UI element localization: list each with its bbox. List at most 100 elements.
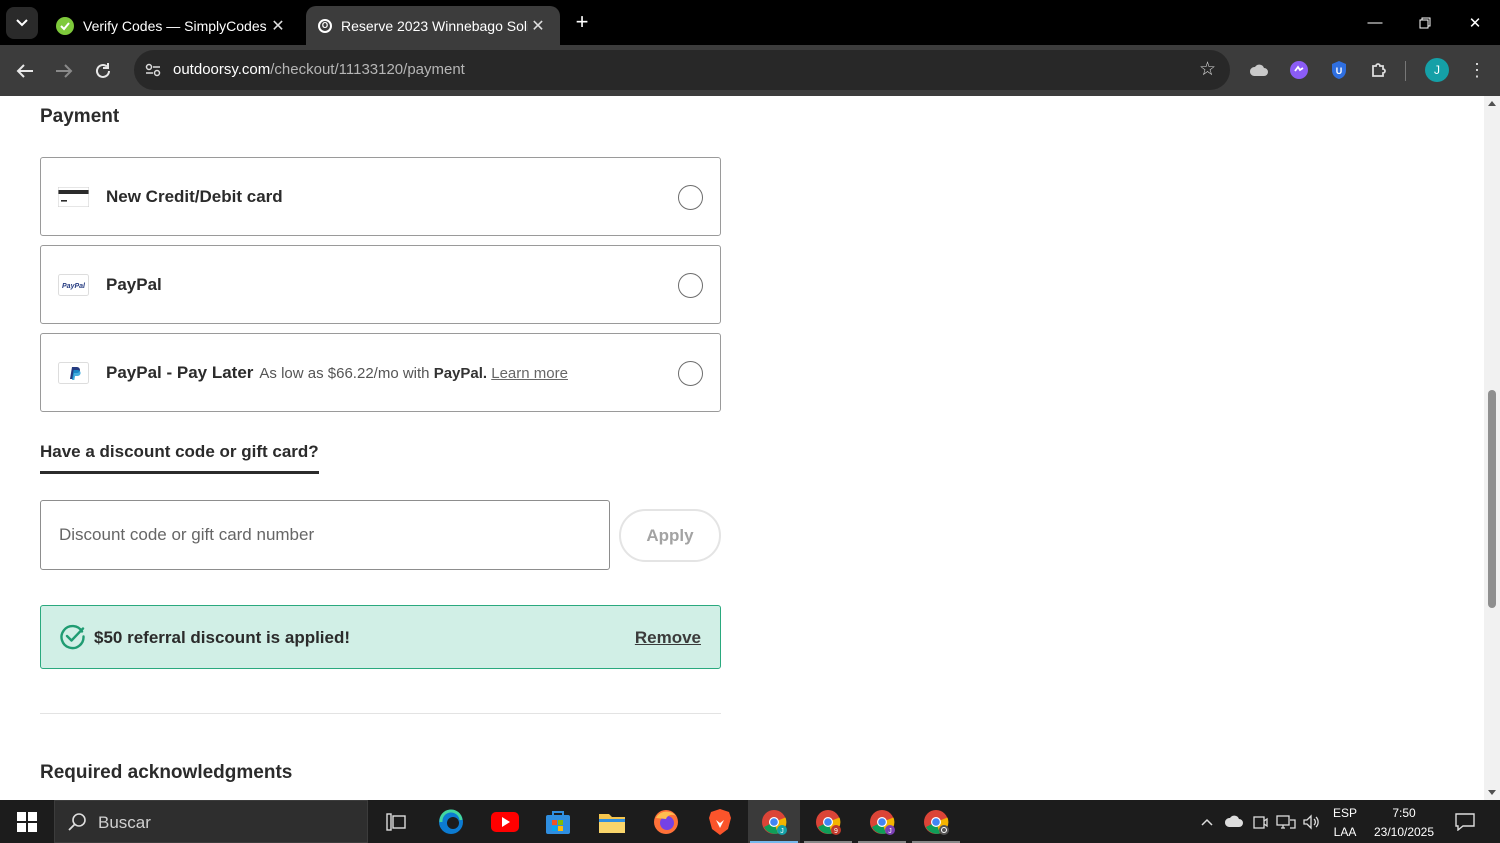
remove-discount-link[interactable]: Remove xyxy=(635,628,701,648)
chrome-profile-4-icon[interactable] xyxy=(910,800,962,843)
windows-logo-icon xyxy=(17,811,37,832)
onedrive-cloud-icon[interactable] xyxy=(1222,800,1246,843)
chrome-profile-3-icon[interactable]: J xyxy=(856,800,908,843)
svg-text:PayPal: PayPal xyxy=(62,283,86,290)
payment-radio[interactable] xyxy=(678,185,703,210)
bookmark-star-icon[interactable]: ☆ xyxy=(1199,58,1216,81)
pay-later-prefix: As low as $66.22/mo with xyxy=(259,365,430,382)
url-text: outdoorsy.com/checkout/11133120/payment xyxy=(173,61,465,78)
payment-heading: Payment xyxy=(40,106,120,127)
shield-extension-icon[interactable]: U xyxy=(1327,58,1351,82)
taskbar-search-box[interactable]: Buscar xyxy=(54,800,368,843)
microsoft-store-icon[interactable] xyxy=(532,800,584,843)
discount-toggle-link[interactable]: Have a discount code or gift card? xyxy=(40,442,319,474)
volume-icon[interactable] xyxy=(1300,800,1324,843)
apply-button[interactable]: Apply xyxy=(619,509,721,562)
paypal-logo-icon: PayPal xyxy=(58,273,89,297)
menu-kebab-icon[interactable]: ⋮ xyxy=(1465,58,1489,82)
forward-button[interactable] xyxy=(49,56,79,86)
payment-radio[interactable] xyxy=(678,273,703,298)
minimize-icon[interactable]: — xyxy=(1350,0,1400,45)
tab-title: Verify Codes — SimplyCodes xyxy=(83,17,267,34)
simplycodes-icon xyxy=(56,16,74,35)
outdoorsy-icon: O xyxy=(318,18,332,33)
reload-button[interactable] xyxy=(88,56,118,86)
cloud-extension-icon[interactable] xyxy=(1247,58,1271,82)
chevron-down-icon xyxy=(16,19,28,27)
section-divider xyxy=(40,713,721,714)
address-bar[interactable]: outdoorsy.com/checkout/11133120/payment … xyxy=(134,50,1230,90)
back-button[interactable] xyxy=(10,56,40,86)
input-language-indicator[interactable]: ESP LAA xyxy=(1327,804,1363,842)
svg-text:J: J xyxy=(888,828,892,835)
tab-simplycodes[interactable]: Verify Codes — SimplyCodes ✕ xyxy=(44,6,300,45)
discount-code-input[interactable] xyxy=(40,500,610,570)
scroll-down-arrow-icon[interactable] xyxy=(1488,790,1496,795)
check-circle-icon xyxy=(60,624,85,650)
purple-extension-icon[interactable] xyxy=(1287,58,1311,82)
pay-later-brand: PayPal. xyxy=(433,365,488,382)
keyboard-layout: LAA xyxy=(1333,825,1357,839)
payment-option-paypal[interactable]: PayPal PayPal xyxy=(40,245,721,324)
new-tab-button[interactable]: + xyxy=(568,8,596,36)
chrome-profile-2-icon[interactable]: 9 xyxy=(802,800,854,843)
network-icon[interactable] xyxy=(1274,800,1298,843)
page-scrollbar[interactable] xyxy=(1484,96,1500,800)
learn-more-link[interactable]: Learn more xyxy=(491,365,568,382)
tab-title: Reserve 2023 Winnebago Solis xyxy=(341,17,528,34)
reload-icon xyxy=(96,63,110,78)
acknowledgments-heading: Required acknowledgments xyxy=(40,762,293,783)
credit-card-icon xyxy=(58,185,89,209)
close-tab-icon[interactable]: ✕ xyxy=(268,16,288,36)
search-placeholder: Buscar xyxy=(98,813,151,832)
language-code: ESP xyxy=(1332,806,1357,820)
url-path: /checkout/11133120/payment xyxy=(270,61,465,78)
windows-taskbar: Buscar J 9 J ESP LAA 7:50 23/10/2025 xyxy=(0,800,1500,843)
windows-start-button[interactable] xyxy=(0,800,54,843)
notifications-icon[interactable] xyxy=(1450,800,1480,843)
payment-option-label: New Credit/Debit card xyxy=(106,187,283,206)
scroll-thumb[interactable] xyxy=(1488,390,1496,608)
svg-text:U: U xyxy=(1336,66,1343,76)
tab-search-button[interactable] xyxy=(6,7,38,39)
restore-icon[interactable] xyxy=(1400,0,1450,45)
svg-text:J: J xyxy=(780,828,784,835)
clock-time: 7:50 xyxy=(1392,806,1416,820)
browser-toolbar: outdoorsy.com/checkout/11133120/payment … xyxy=(0,45,1500,96)
site-info-icon[interactable] xyxy=(142,59,164,81)
taskbar-clock[interactable]: 7:50 23/10/2025 xyxy=(1366,804,1442,842)
payment-option-card[interactable]: New Credit/Debit card xyxy=(40,157,721,236)
payment-option-label: PayPal xyxy=(106,275,162,294)
payment-option-paypal-later[interactable]: PayPal - Pay Later As low as $66.22/mo wi… xyxy=(40,333,721,412)
show-hidden-icons-chevron-icon[interactable] xyxy=(1196,800,1218,843)
extensions-puzzle-icon[interactable] xyxy=(1367,58,1391,82)
search-icon xyxy=(68,813,86,831)
svg-text:9: 9 xyxy=(834,828,838,835)
tab-outdoorsy[interactable]: O Reserve 2023 Winnebago Solis ✕ xyxy=(306,6,560,45)
payment-option-label: PayPal - Pay Later As low as $66.22/mo wi… xyxy=(106,363,568,383)
file-explorer-icon[interactable] xyxy=(586,800,638,843)
arrow-right-icon xyxy=(56,64,73,78)
edge-browser-icon[interactable] xyxy=(425,800,477,843)
close-tab-icon[interactable]: ✕ xyxy=(528,16,548,36)
profile-avatar[interactable]: J xyxy=(1425,58,1449,82)
toolbar-divider xyxy=(1405,61,1406,81)
brave-browser-icon[interactable] xyxy=(694,800,746,843)
arrow-left-icon xyxy=(16,64,33,78)
pay-later-title: PayPal - Pay Later xyxy=(106,363,254,382)
meet-now-icon[interactable] xyxy=(1249,800,1271,843)
clock-date: 23/10/2025 xyxy=(1373,825,1435,839)
browser-tab-bar: Verify Codes — SimplyCodes ✕ O Reserve 2… xyxy=(0,0,1500,45)
scroll-up-arrow-icon[interactable] xyxy=(1488,101,1496,106)
firefox-icon[interactable] xyxy=(640,800,692,843)
payment-radio[interactable] xyxy=(678,361,703,386)
url-domain: outdoorsy.com xyxy=(173,61,271,78)
checkout-page: Payment New Credit/Debit card PayPal Pay… xyxy=(0,96,1484,800)
youtube-icon[interactable] xyxy=(479,800,531,843)
task-view-icon[interactable] xyxy=(370,800,422,843)
chrome-profile-1-icon[interactable]: J xyxy=(748,800,800,843)
paypal-p-icon xyxy=(58,361,89,385)
notice-text: $50 referral discount is applied! xyxy=(94,628,351,647)
pay-later-subtitle: As low as $66.22/mo with PayPal. Learn m… xyxy=(259,365,568,382)
close-window-icon[interactable]: ✕ xyxy=(1450,0,1500,45)
